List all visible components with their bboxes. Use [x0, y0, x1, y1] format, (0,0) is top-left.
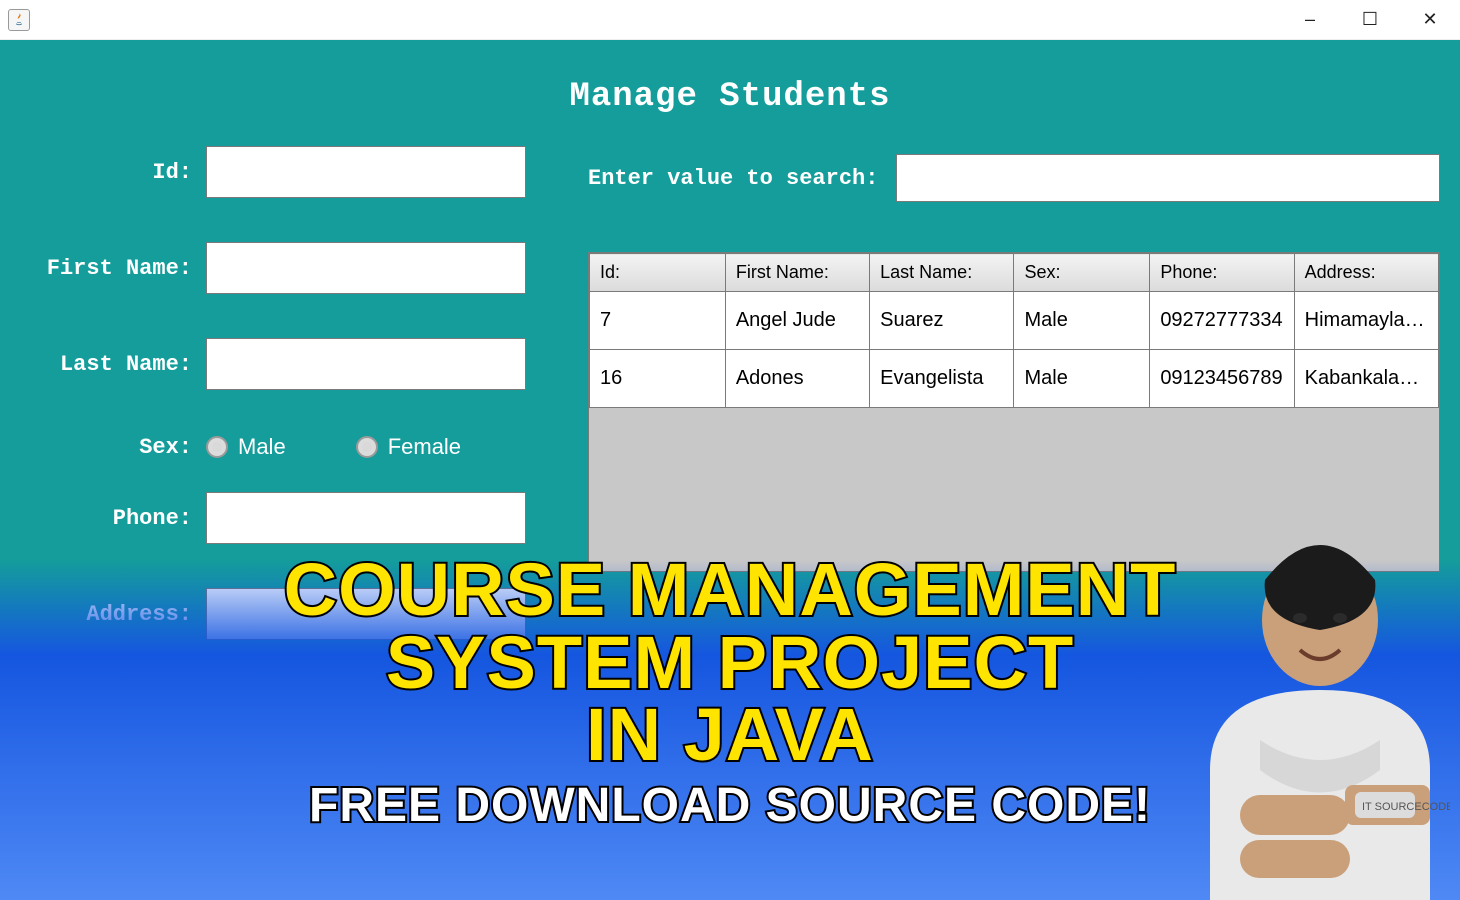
svg-text:IT SOURCECODE: IT SOURCECODE	[1362, 801, 1450, 813]
cell-first-name: Adones	[725, 350, 869, 408]
app-panel: Manage Students Id: First Name: Last Nam…	[0, 40, 1460, 900]
overlay-line3: IN JAVA	[284, 699, 1177, 772]
cell-address: Kabankalan C...	[1294, 350, 1438, 408]
cell-sex: Male	[1014, 350, 1150, 408]
table-header-row: Id: First Name: Last Name: Sex: Phone: A…	[590, 254, 1439, 292]
first-name-row: First Name:	[20, 242, 560, 294]
table-row[interactable]: 7 Angel Jude Suarez Male 09272777334 Him…	[590, 292, 1439, 350]
window-controls: – ☐ ✕	[1280, 0, 1460, 39]
phone-label: Phone:	[20, 506, 206, 531]
maximize-button[interactable]: ☐	[1340, 0, 1400, 39]
phone-row: Phone:	[20, 492, 560, 544]
col-phone[interactable]: Phone:	[1150, 254, 1294, 292]
id-input[interactable]	[206, 146, 526, 198]
radio-icon	[356, 436, 378, 458]
search-input[interactable]	[896, 154, 1440, 202]
last-name-row: Last Name:	[20, 338, 560, 390]
close-button[interactable]: ✕	[1400, 0, 1460, 39]
table-row[interactable]: 16 Adones Evangelista Male 09123456789 K…	[590, 350, 1439, 408]
id-row: Id:	[20, 146, 560, 198]
cell-sex: Male	[1014, 292, 1150, 350]
phone-input[interactable]	[206, 492, 526, 544]
last-name-label: Last Name:	[20, 352, 206, 377]
address-input[interactable]	[206, 588, 526, 640]
overlay-subtitle: FREE DOWNLOAD SOURCE CODE!	[309, 782, 1151, 829]
cell-phone: 09272777334	[1150, 292, 1294, 350]
cell-phone: 09123456789	[1150, 350, 1294, 408]
content-area: Id: First Name: Last Name: Sex: Male	[0, 146, 1460, 684]
search-label: Enter value to search:	[588, 166, 878, 191]
cell-last-name: Evangelista	[870, 350, 1014, 408]
radio-icon	[206, 436, 228, 458]
col-id[interactable]: Id:	[590, 254, 726, 292]
col-last-name[interactable]: Last Name:	[870, 254, 1014, 292]
address-row: Address:	[20, 588, 560, 640]
col-address[interactable]: Address:	[1294, 254, 1438, 292]
sex-row: Sex: Male Female	[20, 434, 560, 460]
col-sex[interactable]: Sex:	[1014, 254, 1150, 292]
col-first-name[interactable]: First Name:	[725, 254, 869, 292]
address-label: Address:	[20, 602, 206, 627]
cell-last-name: Suarez	[870, 292, 1014, 350]
search-row: Enter value to search:	[588, 154, 1440, 202]
cell-address: Himamaylan ...	[1294, 292, 1438, 350]
first-name-input[interactable]	[206, 242, 526, 294]
window-titlebar: – ☐ ✕	[0, 0, 1460, 40]
id-label: Id:	[20, 160, 206, 185]
last-name-input[interactable]	[206, 338, 526, 390]
female-radio-label: Female	[388, 434, 461, 460]
male-radio[interactable]: Male	[206, 434, 286, 460]
male-radio-label: Male	[238, 434, 286, 460]
java-app-icon	[8, 9, 30, 31]
right-column: Enter value to search: Id: First Name: L…	[588, 146, 1440, 684]
cell-first-name: Angel Jude	[725, 292, 869, 350]
cell-id: 16	[590, 350, 726, 408]
students-table-wrap: Id: First Name: Last Name: Sex: Phone: A…	[588, 252, 1440, 572]
female-radio[interactable]: Female	[356, 434, 461, 460]
sex-radio-group: Male Female	[206, 434, 461, 460]
cell-id: 7	[590, 292, 726, 350]
first-name-label: First Name:	[20, 256, 206, 281]
student-form: Id: First Name: Last Name: Sex: Male	[20, 146, 560, 684]
page-title: Manage Students	[0, 40, 1460, 146]
sex-label: Sex:	[20, 435, 206, 460]
minimize-button[interactable]: –	[1280, 0, 1340, 39]
students-table: Id: First Name: Last Name: Sex: Phone: A…	[589, 253, 1439, 408]
